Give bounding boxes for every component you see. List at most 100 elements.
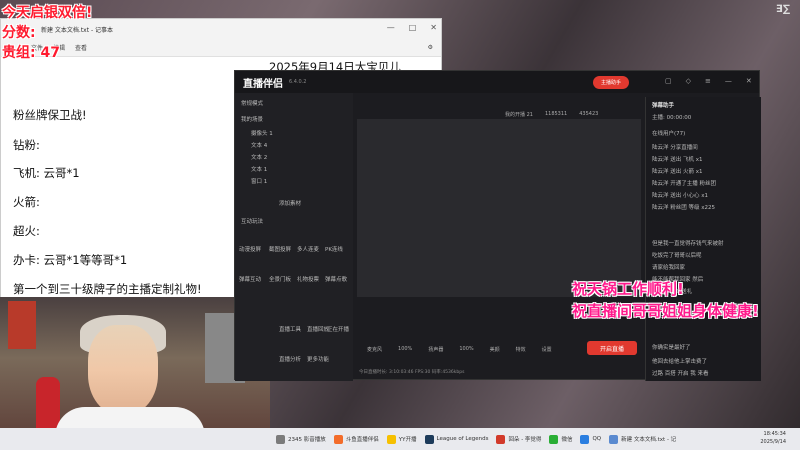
- danmaku-row: 过路 百搭 开启 我 来看: [652, 371, 709, 377]
- scene-item[interactable]: 窗口 1: [251, 177, 267, 185]
- taskbar-label: League of Legends: [436, 436, 489, 442]
- scene-item[interactable]: 文本 4: [251, 141, 267, 149]
- danmaku-title: 弹幕助手: [652, 103, 675, 109]
- studio-top-icons: ▢ ◇ ≡ — ✕: [665, 77, 752, 85]
- danmaku-row: 陆云洋 送出 火箭 x1: [652, 169, 703, 175]
- clock-time: 18:45:34: [763, 431, 786, 437]
- speaker-volume[interactable]: 100%: [459, 346, 473, 352]
- anchor-assistant-button[interactable]: 主播助手: [593, 76, 629, 89]
- streamer-face: [88, 325, 158, 415]
- app-icon: [424, 434, 434, 444]
- notepad-line: 粉丝牌保卫战!: [13, 108, 87, 122]
- interactive-item[interactable]: 弹幕点歌: [325, 275, 347, 283]
- overlay-score-value: 贵组: 47: [2, 45, 60, 61]
- taskbar-item[interactable]: League of Legends: [424, 434, 489, 444]
- tool-item[interactable]: 直播回放: [307, 325, 329, 333]
- message-icon[interactable]: ▢: [665, 77, 672, 85]
- taskbar-label: 回朵 - 李觉得: [508, 437, 542, 443]
- stat-item: 1185311: [544, 111, 568, 117]
- effects-button[interactable]: 特效: [516, 346, 526, 353]
- danmaku-row: 陆云洋 粉丝团 等级 x225: [652, 205, 715, 211]
- tool-item[interactable]: 正在开播: [327, 325, 349, 333]
- wall-poster: [8, 301, 36, 349]
- stat-item: 435423: [579, 111, 599, 117]
- danmaku-row: 请家给我回家: [652, 265, 686, 271]
- close-icon[interactable]: ✕: [430, 23, 437, 32]
- overlay-score-label: 分数:: [2, 25, 36, 41]
- add-material-button[interactable]: 添加素材: [279, 199, 301, 207]
- system-clock[interactable]: 18:45:34 2025/9/14: [760, 430, 786, 446]
- app-icon: [496, 434, 506, 444]
- notepad-line: 火箭:: [13, 195, 40, 209]
- interactive-item[interactable]: 弹幕互动: [239, 275, 261, 283]
- my-scenes-tab[interactable]: 我的场景: [241, 115, 263, 123]
- live-studio-window[interactable]: 直播伴侣 6.4.0.2 主播助手 ▢ ◇ ≡ — ✕ 常规模式 我的场景 摄像…: [234, 70, 761, 381]
- window-controls: — □ ✕: [387, 23, 437, 32]
- notepad-titlebar[interactable]: 新建 文本文档.txt - 记事本: [1, 19, 441, 39]
- speaker-label[interactable]: 扬声器: [428, 346, 443, 353]
- start-live-button[interactable]: 开启直播: [587, 341, 637, 355]
- notepad-line: 飞机: 云哥*1: [13, 166, 80, 180]
- close-icon[interactable]: ✕: [746, 77, 752, 85]
- blessing-line-1: 祝天锅工作顺利!: [572, 280, 684, 298]
- beauty-button[interactable]: 美颜: [490, 346, 500, 353]
- stream-preview[interactable]: [357, 119, 641, 297]
- taskbar-item[interactable]: 微信: [549, 434, 572, 444]
- app-icon: [386, 434, 396, 444]
- danmaku-row: 但是我一直觉得存钱气来被射: [652, 241, 724, 247]
- scene-panel: 常规模式 我的场景 摄像头 1 文本 4 文本 2 文本 1 窗口 1 添加素材…: [235, 93, 353, 381]
- watermark-logo: ∃∑: [775, 4, 790, 15]
- app-icon: [609, 434, 619, 444]
- scene-item[interactable]: 文本 1: [251, 165, 267, 173]
- notepad-line: 钻粉:: [13, 138, 40, 152]
- danmaku-row: 吃饭完了哥哥以后呢: [652, 253, 702, 259]
- taskbar-label: 2345 影音播放: [288, 437, 326, 443]
- notepad-line: 办卡: 云哥*1等等哥*1: [13, 253, 128, 267]
- taskbar-label: 新建 文本文档.txt - 记: [621, 437, 677, 443]
- tool-item[interactable]: 直播工具: [279, 325, 301, 333]
- interactive-item[interactable]: PK连线: [325, 245, 343, 253]
- tool-item[interactable]: 直播分析: [279, 355, 301, 363]
- maximize-icon[interactable]: □: [409, 23, 417, 32]
- menu-view[interactable]: 查看: [75, 43, 87, 52]
- notepad-line: 第一个到三十级牌子的主播定制礼物!: [13, 282, 202, 296]
- interactive-item[interactable]: 动漫投屏: [239, 245, 261, 253]
- taskbar-item[interactable]: YY开播: [386, 434, 417, 444]
- app-icon: [549, 434, 559, 444]
- gift-icon[interactable]: ◇: [686, 77, 691, 85]
- scene-item[interactable]: 文本 2: [251, 153, 267, 161]
- scene-item[interactable]: 摄像头 1: [251, 129, 273, 137]
- settings-button[interactable]: 设置: [542, 346, 552, 353]
- app-icon: [333, 434, 343, 444]
- clock-date: 2025/9/14: [760, 439, 786, 445]
- tool-item[interactable]: 更多功能: [307, 355, 329, 363]
- danmaku-row: 你确实是最好了: [652, 345, 691, 351]
- minimize-icon[interactable]: —: [387, 23, 395, 32]
- mic-label[interactable]: 麦克风: [367, 346, 382, 353]
- mic-volume[interactable]: 100%: [398, 346, 412, 352]
- taskbar-item[interactable]: 斗鱼直播伴侣: [333, 434, 379, 444]
- status-bar: 今日直播时长: 3:10:03:46 FPS:30 码率:4536kbps: [359, 370, 465, 375]
- danmaku-row: 陆云洋 送出 小心心 x1: [652, 193, 708, 199]
- blessing-line-2: 祝直播间哥哥姐姐身体健康!: [572, 302, 759, 320]
- taskbar-item[interactable]: 新建 文本文档.txt - 记: [609, 434, 677, 444]
- interactive-item[interactable]: 多人连麦: [297, 245, 319, 253]
- taskbar-item[interactable]: 2345 影音播放: [276, 434, 326, 444]
- danmaku-row: 陆云洋 开通了主播 粉丝团: [652, 181, 716, 187]
- mode-select[interactable]: 常规模式: [241, 99, 263, 107]
- app-icon: [580, 434, 590, 444]
- stream-stats: 我的开播 21 1185311 435423: [505, 111, 598, 118]
- notepad-menu: 文件 编辑 查看 ⚙: [1, 39, 441, 57]
- taskbar-item[interactable]: QQ: [580, 434, 601, 444]
- settings-icon[interactable]: ⚙: [428, 44, 433, 51]
- menu-icon[interactable]: ≡: [705, 77, 711, 85]
- taskbar-item[interactable]: 回朵 - 李觉得: [496, 434, 542, 444]
- interactive-item[interactable]: 礼物投票: [297, 275, 319, 283]
- taskbar: 2345 影音播放 斗鱼直播伴侣 YY开播 League of Legends …: [0, 428, 800, 450]
- interactive-item[interactable]: 截图投屏: [269, 245, 291, 253]
- danmaku-row: 陆云洋 分享直播间: [652, 145, 698, 151]
- minimize-icon[interactable]: —: [725, 77, 732, 85]
- taskbar-label: 斗鱼直播伴侣: [345, 437, 379, 443]
- interactive-item[interactable]: 全景门板: [269, 275, 291, 283]
- danmaku-row[interactable]: 在线用户(77): [652, 129, 685, 137]
